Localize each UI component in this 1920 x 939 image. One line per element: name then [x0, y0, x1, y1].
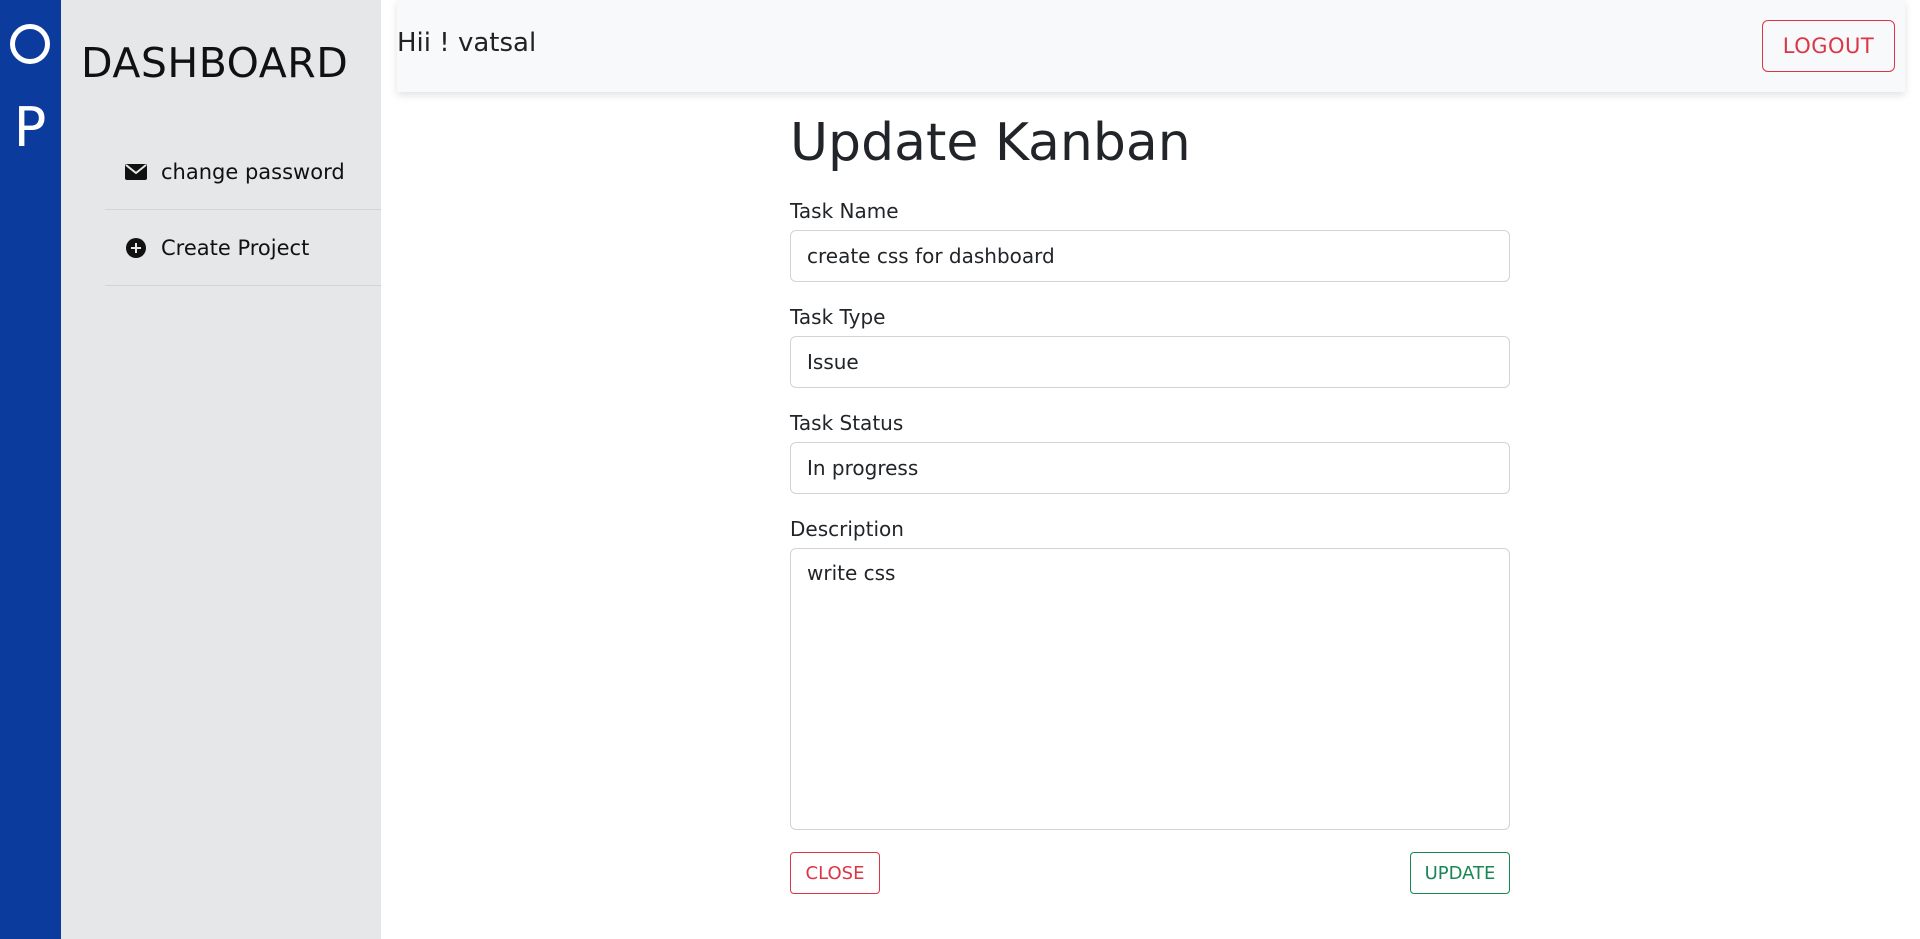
brand-rail: P [0, 0, 61, 939]
logo-circle [10, 24, 50, 64]
form-actions: CLOSE UPDATE [790, 852, 1510, 894]
plus-circle-icon [125, 237, 147, 259]
logout-button[interactable]: LOGOUT [1762, 20, 1895, 72]
task-type-input[interactable] [790, 336, 1510, 388]
user-greeting: Hii ! vatsal [397, 28, 537, 58]
sidebar-item-label: Create Project [161, 235, 310, 260]
envelope-icon [125, 161, 147, 183]
update-button[interactable]: UPDATE [1410, 852, 1510, 894]
logo-letter-p: P [13, 96, 47, 159]
description-label: Description [790, 517, 904, 541]
update-kanban-form: Update Kanban Task Name Task Type Task S… [790, 110, 1510, 894]
sidebar-item-change-password[interactable]: change password [105, 134, 381, 210]
sidebar-item-create-project[interactable]: Create Project [105, 210, 381, 286]
task-name-input[interactable] [790, 230, 1510, 282]
sidebar-menu: change password Create Project [105, 134, 381, 286]
sidebar-title: DASHBOARD [81, 39, 349, 87]
task-status-label: Task Status [790, 411, 904, 435]
task-name-label: Task Name [790, 199, 899, 223]
close-button[interactable]: CLOSE [790, 852, 880, 894]
page-title: Update Kanban [790, 113, 1191, 173]
task-status-input[interactable] [790, 442, 1510, 494]
top-navbar: Hii ! vatsal LOGOUT [397, 0, 1905, 92]
sidebar: DASHBOARD change password Create Project [61, 0, 381, 939]
description-textarea[interactable]: write css [790, 548, 1510, 830]
sidebar-item-label: change password [161, 159, 345, 184]
task-type-label: Task Type [790, 305, 886, 329]
